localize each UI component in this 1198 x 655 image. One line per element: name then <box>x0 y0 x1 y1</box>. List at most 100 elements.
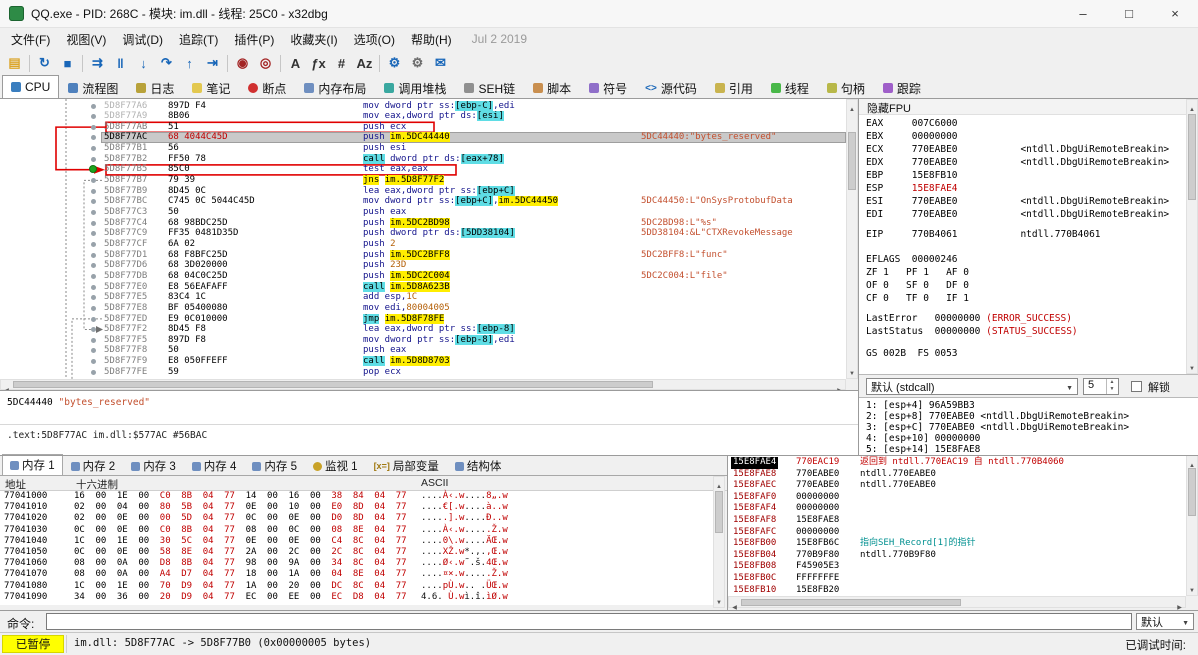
dump-tab-memory-5[interactable]: 内存 5 <box>244 456 305 475</box>
assemble-icon[interactable]: A <box>284 52 307 74</box>
scroll-down-icon[interactable] <box>1187 359 1197 373</box>
settings-icon[interactable]: ⚙ <box>383 52 406 74</box>
splitter[interactable] <box>858 99 859 455</box>
row-dot-icon[interactable] <box>91 220 96 226</box>
register-row[interactable]: EFLAGS 00000246 <box>866 254 958 265</box>
disasm-row[interactable]: 5D8F77F2 8D45 F8 lea eax,dword ptr ss:[ebp… <box>0 324 846 335</box>
register-row[interactable]: ECX 770EABE0 <ntdll.DbgUiRemoteBreakin> <box>866 144 1169 155</box>
arg-count-stepper[interactable]: 5 <box>1083 378 1119 395</box>
register-row[interactable]: GS 002B FS 0053 <box>866 348 958 359</box>
tab-source[interactable]: <> 源代码 <box>636 77 706 98</box>
trace-over-icon[interactable]: ◎ <box>254 52 277 74</box>
minimize-button[interactable]: – <box>1060 0 1106 28</box>
menu-trace[interactable]: 追踪(T) <box>171 29 226 50</box>
close-button[interactable]: × <box>1152 0 1198 28</box>
menu-view[interactable]: 视图(V) <box>58 29 114 50</box>
tab-symbols[interactable]: 符号 <box>580 77 636 98</box>
step-into-icon[interactable]: ↓ <box>132 52 155 74</box>
disasm-hscrollbar[interactable] <box>0 379 846 390</box>
menu-favourites[interactable]: 收藏夹(I) <box>282 29 345 50</box>
disasm-vscrollbar[interactable] <box>846 99 858 379</box>
menu-options[interactable]: 选项(O) <box>346 29 403 50</box>
scroll-thumb[interactable] <box>1188 114 1196 200</box>
disasm-row[interactable]: 5D8F77C3 50 push eax <box>0 207 846 218</box>
row-dot-icon[interactable] <box>91 103 96 109</box>
tab-seh[interactable]: SEH链 <box>455 77 524 98</box>
tab-references[interactable]: 引用 <box>706 77 762 98</box>
argument-row[interactable]: 3: [esp+C] 770EABE0 <ntdll.DbgUiRemoteBr… <box>866 422 1129 433</box>
stepper-up-icon[interactable] <box>1107 379 1117 386</box>
row-dot-icon[interactable] <box>91 188 96 194</box>
disassembly-pane[interactable]: 5D8F77A6 897D F4 mov dword ptr ss:[ebp-C],… <box>0 99 846 379</box>
register-row[interactable]: LastError 00000000 (ERROR_SUCCESS) <box>866 313 1072 324</box>
tab-breakpoints[interactable]: 断点 <box>239 77 295 98</box>
register-row[interactable]: EDI 770EABE0 <ntdll.DbgUiRemoteBreakin> <box>866 209 1169 220</box>
dump-tab-watch-1[interactable]: 监视 1 <box>305 456 366 475</box>
menu-help[interactable]: 帮助(H) <box>403 29 460 50</box>
scroll-up-icon[interactable] <box>714 477 724 491</box>
dump-row[interactable]: 77041030 0C 00 0E 00 C0 8B 04 77 08 00 0C 00 08 8E 04 77… <box>0 525 713 536</box>
disasm-row[interactable]: 5D8F77F9 E8 050FFEFF call im.5D8D8703 <box>0 356 846 367</box>
command-input[interactable] <box>46 613 1132 630</box>
dump-tab-memory-3[interactable]: 内存 3 <box>123 456 184 475</box>
trace-into-icon[interactable]: ◉ <box>231 52 254 74</box>
registers-vscrollbar[interactable] <box>1186 99 1198 374</box>
row-dot-icon[interactable] <box>91 273 96 279</box>
row-dot-icon[interactable] <box>91 316 96 322</box>
disasm-row[interactable]: 5D8F77DB 68 04C0C25D push im.5DC2C004 5DC2C… <box>0 270 846 282</box>
dump-row[interactable]: 77041040 1C 00 1E 00 30 5C 04 77 0E 00 0E 00 C4 8C 04 77… <box>0 536 713 547</box>
open-file-icon[interactable]: ▤ <box>3 52 26 74</box>
tab-trace-view[interactable]: 跟踪 <box>874 77 930 98</box>
functions-icon[interactable]: ƒx <box>307 52 330 74</box>
register-row[interactable]: LastStatus 00000000 (STATUS_SUCCESS) <box>866 326 1078 337</box>
tab-handles[interactable]: 句柄 <box>818 77 874 98</box>
row-dot-icon[interactable] <box>91 369 96 375</box>
disasm-row[interactable]: 5D8F77D1 68 F8BFC25D push im.5DC2BFF8 5DC2B… <box>0 249 846 261</box>
tab-log[interactable]: 日志 <box>127 77 183 98</box>
calling-convention-dropdown[interactable]: 默认 (stdcall) <box>866 378 1078 395</box>
disasm-row[interactable]: 5D8F77AB 51 push ecx <box>0 122 846 133</box>
scroll-thumb[interactable] <box>741 599 961 606</box>
register-row[interactable]: EDX 770EABE0 <ntdll.DbgUiRemoteBreakin> <box>866 157 1169 168</box>
row-dot-icon[interactable] <box>91 305 96 311</box>
row-dot-icon[interactable] <box>91 124 96 130</box>
menu-file[interactable]: 文件(F) <box>3 29 58 50</box>
disasm-row[interactable]: 5D8F77F8 50 push eax <box>0 345 846 356</box>
dump-row[interactable]: 77041020 02 00 0E 00 00 5D 04 77 0C 00 0E 00 D0 8D 04 77… <box>0 513 713 524</box>
menu-plugins[interactable]: 插件(P) <box>226 29 282 50</box>
scroll-up-icon[interactable] <box>847 100 857 114</box>
stepper-down-icon[interactable] <box>1107 386 1117 393</box>
stack-pane[interactable]: 15E8FAE4 770EAC19 返回到 ntdll.770EAC19 自 ntd… <box>728 455 1186 596</box>
disasm-row[interactable]: 5D8F77E5 83C4 1C add esp,1C <box>0 292 846 303</box>
stack-hscrollbar[interactable] <box>728 596 1186 608</box>
dump-row[interactable]: 77041060 08 00 0A 00 D8 8B 04 77 98 00 9A 00 34 8C 04 77… <box>0 558 713 569</box>
stepper-arrows[interactable] <box>1106 379 1117 394</box>
disasm-row[interactable]: 5D8F77C9 FF35 0481D35D push dword ptr ds:[… <box>0 228 846 239</box>
register-row[interactable]: EAX 007C6000 <box>866 118 958 129</box>
disasm-row[interactable]: 5D8F77C4 68 98BDC25D push im.5DC2BD98 5DC2B… <box>0 217 846 229</box>
disasm-row[interactable]: 5D8F77A6 897D F4 mov dword ptr ss:[ebp-C],… <box>0 100 846 112</box>
row-dot-icon[interactable] <box>91 241 96 247</box>
maximize-button[interactable]: □ <box>1106 0 1152 28</box>
register-row[interactable]: ESI 770EABE0 <ntdll.DbgUiRemoteBreakin> <box>866 196 1169 207</box>
disasm-row[interactable]: 5D8F77E8 BF 05400080 mov edi,80004005 <box>0 303 846 314</box>
disasm-row[interactable]: 5D8F77B1 56 push esi <box>0 143 846 154</box>
disasm-row[interactable]: 5D8F77ED E9 0C010000 jmp im.5D8F78FE <box>0 313 846 325</box>
tab-call-stack[interactable]: 调用堆栈 <box>375 77 455 98</box>
disasm-row[interactable]: 5D8F77E0 E8 56EAFAFF call im.5D8A623B <box>0 281 846 293</box>
row-dot-icon[interactable] <box>91 210 96 215</box>
splitter[interactable] <box>727 455 728 610</box>
dump-tab-locals[interactable]: [x=] 局部变量 <box>366 456 447 475</box>
tab-graph[interactable]: 流程图 <box>59 77 127 98</box>
memory-dump-pane[interactable]: 77041000 16 00 1E 00 C0 8B 04 77 14 00 16 00 38 84 04 77… <box>0 491 713 605</box>
scroll-down-icon[interactable] <box>1187 581 1197 595</box>
register-row[interactable]: EBP 15E8FB10 <box>866 170 958 181</box>
dump-tab-memory-4[interactable]: 内存 4 <box>184 456 245 475</box>
tab-cpu[interactable]: CPU <box>2 75 60 98</box>
stop-icon[interactable]: ■ <box>56 52 79 74</box>
step-over-icon[interactable]: ↷ <box>155 52 178 74</box>
argument-row[interactable]: 1: [esp+4] 96A59BB3 <box>866 400 975 411</box>
unlock-checkbox[interactable] <box>1131 381 1142 392</box>
argument-row[interactable]: 5: [esp+14] 15E8FAE8 <box>866 444 980 455</box>
scroll-down-icon[interactable] <box>847 364 857 378</box>
